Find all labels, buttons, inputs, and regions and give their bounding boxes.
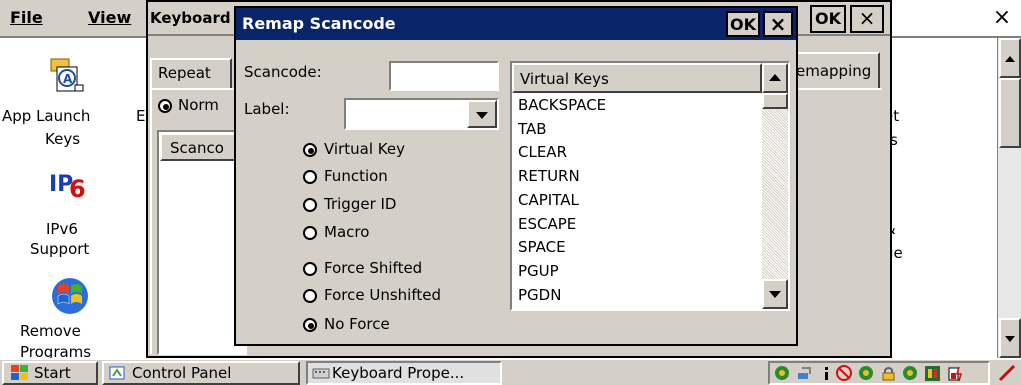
audio-muted-icon[interactable]	[836, 365, 853, 382]
partial-cp-letter: E	[136, 107, 146, 125]
radio-virtual-key[interactable]	[303, 143, 317, 157]
radio-trigger-id[interactable]	[303, 198, 317, 212]
svg-text:A: A	[63, 72, 73, 86]
lock-icon[interactable]	[880, 365, 897, 382]
wireless-icon[interactable]	[924, 365, 941, 382]
radio-normal-label: Norm	[178, 96, 219, 114]
ipv6-label-line2: Support	[30, 240, 90, 258]
list-item[interactable]: CLEAR	[512, 140, 762, 164]
virtual-keys-items: BACKSPACE TAB CLEAR RETURN CAPITAL ESCAP…	[512, 93, 762, 307]
virtual-keys-scroll-down-button[interactable]	[762, 279, 788, 309]
list-item[interactable]: SPACE	[512, 235, 762, 259]
tab-remapping-label: emapping	[796, 62, 872, 80]
radio-normal[interactable]	[158, 99, 172, 113]
dialog-close-button[interactable]: ×	[763, 11, 793, 37]
remove-programs-label-line1: Remove	[20, 322, 81, 340]
radio-virtual-key-label: Virtual Key	[324, 140, 405, 158]
system-tray	[768, 361, 990, 385]
virtual-keys-header-label: Virtual Keys	[520, 70, 609, 88]
list-item[interactable]: TAB	[512, 117, 762, 140]
tab-repeat[interactable]: Repeat	[150, 58, 232, 88]
keyboard-icon	[312, 368, 330, 379]
keyboard-list-header-label: Scanco	[170, 139, 224, 157]
outer-scroll-down-button[interactable]	[999, 318, 1021, 358]
radio-force-unshifted[interactable]	[303, 289, 317, 303]
radio-function-label: Function	[324, 167, 388, 185]
app-launch-label-line2: Keys	[45, 130, 81, 148]
radio-function[interactable]	[303, 170, 317, 184]
remove-programs-item[interactable]: Remove Programs	[0, 270, 135, 361]
virtual-keys-list[interactable]: Virtual Keys BACKSPACE TAB CLEAR RETURN …	[510, 61, 790, 311]
radio-force-unshifted-label: Force Unshifted	[324, 286, 441, 304]
menu-view[interactable]: View	[88, 8, 131, 27]
dialog-title-bar: Remap Scancode OK ×	[236, 8, 796, 40]
radio-macro-label: Macro	[324, 223, 370, 241]
radio-no-force-label: No Force	[324, 315, 390, 333]
keyboard-list-header: Scanco	[160, 133, 245, 161]
ipv6-icon: IP 6	[49, 172, 86, 201]
radio-no-force[interactable]	[303, 318, 317, 332]
network-icon[interactable]	[774, 365, 791, 382]
radio-force-shifted-label: Force Shifted	[324, 259, 423, 277]
sync-icon[interactable]	[858, 365, 875, 382]
app-launch-label-line1: App Launch	[2, 107, 91, 125]
list-item[interactable]: RETURN	[512, 164, 762, 188]
virtual-keys-scroll-thumb[interactable]	[762, 93, 788, 109]
chevron-down-icon	[476, 112, 488, 119]
start-button[interactable]: Start	[2, 361, 98, 385]
scancode-label: Scancode:	[244, 63, 322, 81]
radio-force-shifted[interactable]	[303, 262, 317, 276]
chevron-up-icon	[769, 74, 781, 81]
keyboard-ok-button[interactable]: OK	[810, 5, 846, 33]
taskbar-item-keyboard-properties[interactable]: Keyboard Prope...	[306, 361, 502, 385]
list-item[interactable]: PGUP	[512, 259, 762, 283]
control-panel-icon	[109, 366, 125, 380]
chevron-down-icon	[769, 291, 781, 298]
ipv6-support-item[interactable]: IP 6 IPv6 Support	[0, 160, 135, 260]
scancode-input[interactable]	[389, 61, 499, 91]
keyboard-close-button[interactable]: ×	[850, 5, 884, 33]
keyboard-title: Keyboard	[150, 9, 231, 27]
list-item[interactable]: PGDN	[512, 283, 762, 307]
taskbar-item-control-panel[interactable]: Control Panel	[102, 361, 300, 385]
info-icon[interactable]	[818, 365, 835, 382]
tab-repeat-label: Repeat	[158, 64, 211, 82]
taskbar-item-label: Control Panel	[132, 364, 232, 382]
label-dropdown[interactable]	[344, 98, 499, 130]
svg-text:6: 6	[69, 175, 86, 201]
start-label: Start	[34, 364, 71, 382]
list-item[interactable]: BACKSPACE	[512, 93, 762, 117]
menu-file[interactable]: File	[10, 8, 43, 27]
app-launch-keys-item[interactable]: A App Launch Keys	[0, 45, 135, 155]
virtual-keys-scrollbar[interactable]	[762, 63, 788, 309]
label-label: Label:	[244, 100, 290, 118]
dialog-ok-button[interactable]: OK	[726, 11, 760, 37]
list-item[interactable]: CAPITAL	[512, 188, 762, 212]
outer-close-button[interactable]: ×	[990, 6, 1014, 30]
virtual-keys-scroll-up-button[interactable]	[762, 63, 788, 93]
radio-macro[interactable]	[303, 226, 317, 240]
taskbar: Start Control Panel Keyboard Prope...	[0, 358, 1021, 385]
ipv6-label-line1: IPv6	[46, 220, 78, 238]
list-item[interactable]: ESCAPE	[512, 212, 762, 235]
windows-flag-icon	[11, 365, 28, 380]
dialog-title: Remap Scancode	[242, 14, 396, 33]
globe-icon[interactable]	[902, 365, 919, 382]
tab-remapping[interactable]: emapping	[792, 52, 880, 88]
app-launch-icon: A	[50, 58, 84, 92]
menu-bar: File View	[0, 0, 148, 38]
stylus-icon[interactable]	[996, 362, 1018, 384]
outer-scroll-thumb[interactable]	[999, 78, 1021, 148]
outer-scroll-up-button[interactable]	[999, 38, 1021, 78]
radio-trigger-id-label: Trigger ID	[324, 195, 397, 213]
label-dropdown-button[interactable]	[467, 100, 497, 128]
connection-icon[interactable]	[796, 365, 813, 382]
outer-scrollbar[interactable]	[997, 38, 1021, 358]
virtual-keys-header: Virtual Keys	[512, 63, 762, 93]
windows-flag-icon	[52, 278, 88, 314]
battery-icon[interactable]	[946, 365, 963, 382]
taskbar-item-label: Keyboard Prope...	[332, 364, 465, 382]
